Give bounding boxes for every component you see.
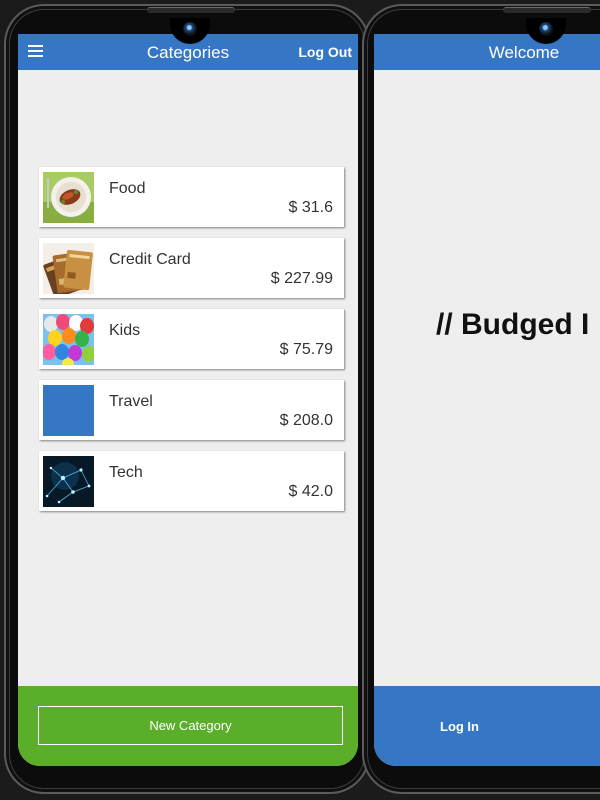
categories-screen: Categories Log Out Food $ 31.6 Credit Ca… bbox=[18, 34, 358, 766]
category-amount: $ 75.79 bbox=[279, 341, 333, 358]
camera-icon bbox=[539, 22, 553, 36]
phone-frame-categories: Categories Log Out Food $ 31.6 Credit Ca… bbox=[4, 4, 370, 794]
category-amount: $ 42.0 bbox=[288, 483, 333, 500]
blue-square bbox=[43, 385, 94, 436]
category-item-credit-card[interactable]: Credit Card $ 227.99 bbox=[39, 238, 344, 298]
balloons-image bbox=[43, 314, 94, 365]
category-list: Food $ 31.6 Credit Card $ 227.99 Kids $ … bbox=[39, 167, 344, 522]
category-name: Tech bbox=[109, 464, 143, 481]
app-name-heading: // Budged I bbox=[436, 308, 590, 341]
speaker-grille bbox=[503, 7, 591, 13]
category-item-food[interactable]: Food $ 31.6 bbox=[39, 167, 344, 227]
bottom-action-bar: New Category bbox=[18, 686, 358, 766]
food-image bbox=[43, 172, 94, 223]
tech-network-image bbox=[43, 456, 94, 507]
new-category-button[interactable]: New Category bbox=[38, 706, 343, 745]
category-name: Credit Card bbox=[109, 251, 191, 268]
category-name: Travel bbox=[109, 393, 153, 410]
category-item-kids[interactable]: Kids $ 75.79 bbox=[39, 309, 344, 369]
category-item-tech[interactable]: Tech $ 42.0 bbox=[39, 451, 344, 511]
category-name: Food bbox=[109, 180, 146, 197]
phone-frame-welcome: Welcome // Budged I Log In bbox=[362, 4, 600, 794]
category-name: Kids bbox=[109, 322, 141, 339]
login-button[interactable]: Log In bbox=[440, 719, 479, 734]
speaker-grille bbox=[147, 7, 235, 13]
device-mockup-stage: Categories Log Out Food $ 31.6 Credit Ca… bbox=[0, 0, 600, 800]
bottom-action-bar: Log In bbox=[374, 686, 600, 766]
category-amount: $ 227.99 bbox=[270, 270, 333, 287]
app-bar: Welcome bbox=[374, 34, 600, 70]
welcome-screen: Welcome // Budged I Log In bbox=[374, 34, 600, 766]
category-item-travel[interactable]: Travel $ 208.0 bbox=[39, 380, 344, 440]
category-amount: $ 208.0 bbox=[279, 412, 333, 429]
logout-button[interactable]: Log Out bbox=[298, 44, 352, 60]
category-amount: $ 31.6 bbox=[288, 199, 333, 216]
credit-card-image bbox=[43, 243, 94, 294]
page-title: Welcome bbox=[488, 43, 560, 62]
camera-icon bbox=[183, 22, 197, 36]
